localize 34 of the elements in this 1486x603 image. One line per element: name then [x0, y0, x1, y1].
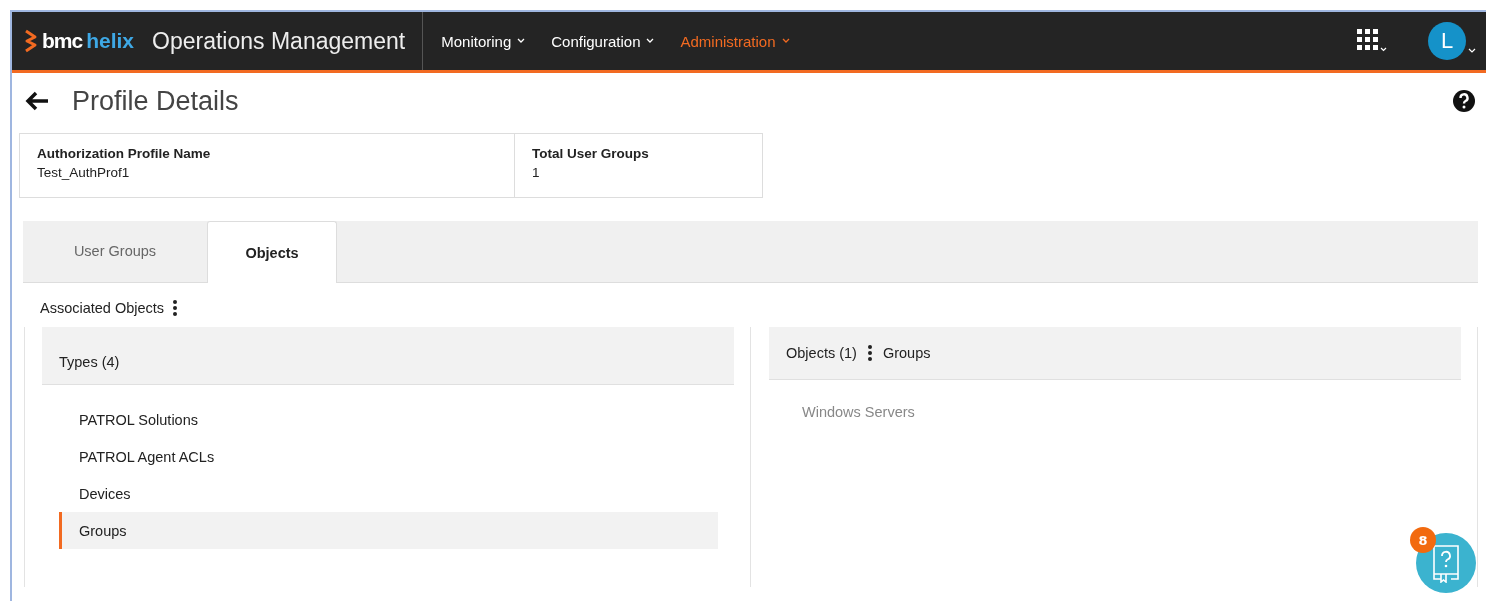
- type-list-item[interactable]: Groups: [59, 512, 718, 549]
- type-list-item[interactable]: PATROL Agent ACLs: [59, 438, 718, 475]
- page-title: Profile Details: [72, 85, 239, 117]
- panel-title: Types (4): [59, 353, 120, 370]
- nav-menu[interactable]: Monitoring: [441, 32, 526, 50]
- tab[interactable]: Objects: [207, 221, 337, 283]
- field-label: Authorization Profile Name: [37, 146, 212, 161]
- caret-icon: [646, 38, 655, 44]
- help-button[interactable]: [1416, 533, 1476, 593]
- more-options-icon[interactable]: [866, 344, 873, 362]
- notification-badge: 8: [1410, 527, 1436, 553]
- section-title: Associated Objects: [40, 300, 165, 316]
- app-grid-icon[interactable]: [1356, 28, 1388, 54]
- field-value: 1: [532, 165, 541, 180]
- caret-icon: [781, 38, 790, 44]
- caret-icon: [517, 38, 526, 44]
- back-arrow-icon[interactable]: [24, 90, 50, 112]
- nav-menu[interactable]: Configuration: [551, 32, 655, 50]
- user-avatar[interactable]: L: [1428, 22, 1466, 60]
- nav-menu[interactable]: Administration: [680, 32, 790, 50]
- field-value: Test_AuthProf1: [37, 165, 131, 180]
- help-icon[interactable]: [1452, 89, 1476, 113]
- more-options-icon[interactable]: [172, 299, 179, 317]
- panel-subtitle: Groups: [882, 345, 931, 361]
- type-list-item[interactable]: PATROL Solutions: [59, 401, 718, 438]
- field-label: Total User Groups: [532, 146, 650, 161]
- type-list-item[interactable]: Devices: [59, 475, 718, 512]
- tab[interactable]: User Groups: [23, 220, 207, 282]
- logo-icon: [24, 29, 38, 53]
- object-list-item[interactable]: Windows Servers: [802, 404, 1461, 420]
- logo[interactable]: bmc helix: [24, 29, 135, 53]
- app-title: Operations Management: [152, 12, 424, 70]
- caret-icon[interactable]: [1468, 48, 1476, 54]
- panel-title: Objects (1): [786, 345, 857, 361]
